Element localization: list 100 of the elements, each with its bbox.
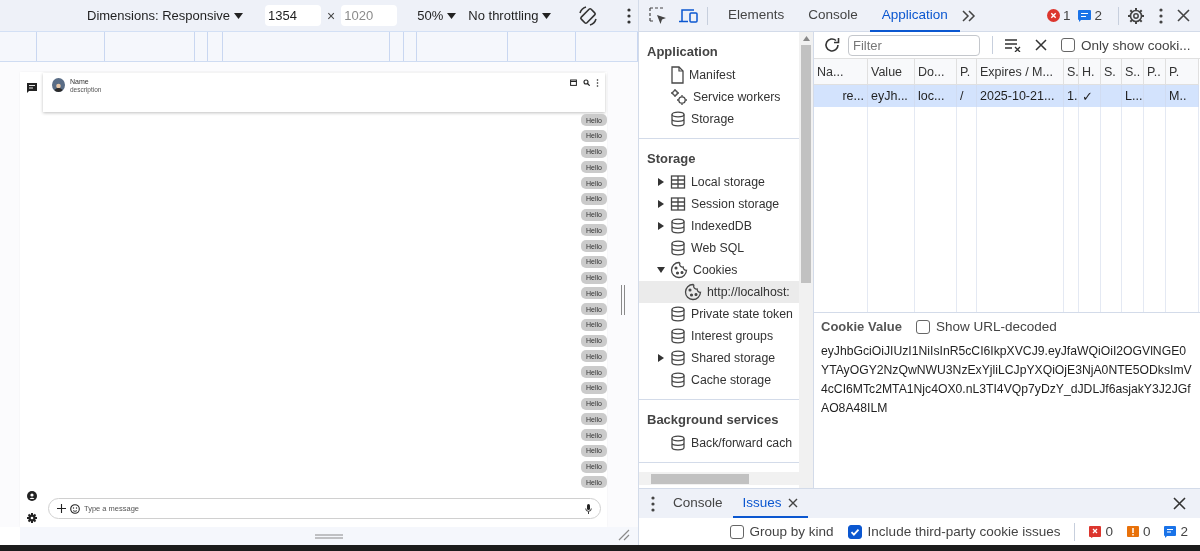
height-field[interactable]: 1020: [341, 5, 398, 26]
column-header[interactable]: S.: [1064, 59, 1079, 85]
checkbox-label: Only show cooki...: [1081, 37, 1191, 53]
sidebar-item[interactable]: Web SQL: [639, 237, 799, 259]
width-field[interactable]: 1354: [265, 5, 322, 26]
sidebar-item[interactable]: Manifest: [639, 64, 799, 86]
search-icon[interactable]: [583, 79, 590, 86]
inspect-icon[interactable]: [649, 6, 667, 25]
close-icon[interactable]: [787, 497, 798, 508]
calendar-icon[interactable]: [570, 79, 577, 86]
column-header[interactable]: P.: [1166, 59, 1199, 85]
sidebar-item[interactable]: Private state token: [639, 303, 799, 325]
sidebar-item[interactable]: Service workers: [639, 86, 799, 108]
times-sign: ×: [327, 7, 336, 24]
more-icon[interactable]: [627, 7, 632, 24]
sidebar-item[interactable]: Cache storage: [639, 369, 799, 391]
sidebar-item[interactable]: Interest groups: [639, 325, 799, 347]
database-icon: [670, 240, 686, 256]
sticker-icon[interactable]: [70, 503, 80, 514]
checkbox[interactable]: [729, 524, 744, 539]
error-badge[interactable]: 1: [1046, 8, 1071, 23]
column-header[interactable]: Expires / M...: [977, 59, 1064, 85]
column-header[interactable]: S.: [1101, 59, 1122, 85]
resize-corner-icon[interactable]: [618, 529, 630, 541]
cookie-value-text: eyJhbGciOiJIUzI1NiIsInR5cCI6IkpXVCJ9.eyJfaWQiOiI2OGVlNGE0YTAyOGY2NzQwNWU3NzExYjliLCJpYXQiOjE3NjA0NTE5ODksImV4cCI6MTc2MTA1Njc4OX0.nL3TI4VQp7yDzY_dJDLJf6asjakY3J2JGfAO8A48ILM: [821, 343, 1193, 417]
issue-count[interactable]: 2: [1164, 524, 1188, 539]
panel-tab[interactable]: Elements: [716, 0, 797, 32]
throttling-dropdown[interactable]: No throttling: [468, 8, 552, 23]
error-icon: [1089, 525, 1102, 538]
table-cell: M..: [1166, 85, 1199, 107]
resize-handle-icon[interactable]: [315, 533, 343, 539]
column-header[interactable]: Value: [868, 59, 915, 85]
collapsed-arrow-icon[interactable]: [657, 178, 665, 186]
expanded-arrow-icon[interactable]: [657, 266, 665, 274]
table-cell: loc...: [915, 85, 957, 107]
table-icon: [670, 196, 686, 212]
more-icon[interactable]: [651, 495, 655, 512]
gears-icon: [670, 88, 688, 106]
more-tabs-icon[interactable]: [961, 9, 976, 22]
more-icon[interactable]: [596, 79, 599, 87]
sidebar-item[interactable]: Back/forward cach: [639, 432, 799, 454]
collapsed-arrow-icon[interactable]: [657, 200, 665, 208]
microphone-icon[interactable]: [585, 503, 592, 514]
panel-tab[interactable]: Console: [796, 0, 870, 32]
filter-field[interactable]: Filter: [848, 34, 980, 56]
column-header[interactable]: Na...: [814, 59, 868, 85]
scrollbar[interactable]: [639, 472, 799, 485]
sidebar-item[interactable]: Shared storage: [639, 347, 799, 369]
column-header[interactable]: P..: [1144, 59, 1166, 85]
cookie-icon: [670, 261, 688, 279]
section-heading: Background services: [646, 410, 780, 429]
table-row[interactable]: re... eyJh... loc... / 2025-10-21... 1. ✓ L... M..: [814, 85, 1199, 107]
column-header[interactable]: Do...: [915, 59, 957, 85]
close-icon[interactable]: [1173, 497, 1186, 510]
settings-icon[interactable]: [26, 513, 37, 523]
clear-all-icon[interactable]: [1005, 38, 1021, 52]
sidebar-item[interactable]: http://localhost:: [639, 281, 799, 303]
drawer-tab[interactable]: Console: [663, 489, 733, 518]
column-header[interactable]: P.: [957, 59, 977, 85]
panel-tab[interactable]: Application: [869, 0, 960, 32]
table-cell: 2025-10-21...: [977, 85, 1064, 107]
caret-icon: [542, 12, 552, 19]
database-icon: [670, 372, 686, 388]
scroll-up-arrow-icon[interactable]: [802, 36, 810, 41]
checkbox[interactable]: [1061, 38, 1075, 52]
device-toolbar-icon[interactable]: [679, 7, 699, 24]
close-icon[interactable]: [1035, 39, 1047, 51]
sidebar-item[interactable]: Storage: [639, 108, 799, 130]
dimensions-dropdown[interactable]: Dimensions: Responsive: [87, 8, 244, 23]
zoom-dropdown[interactable]: 50%: [417, 8, 457, 23]
message-icon: [1078, 9, 1092, 22]
column-header[interactable]: S..: [1122, 59, 1144, 85]
sidebar-item[interactable]: Session storage: [639, 193, 799, 215]
settings-icon[interactable]: [1127, 6, 1145, 25]
issue-count[interactable]: 0: [1089, 524, 1113, 539]
scrollbar[interactable]: [799, 32, 814, 488]
table-cell: 1.: [1064, 85, 1079, 107]
sidebar-item[interactable]: IndexedDB: [639, 215, 799, 237]
column-header[interactable]: H.: [1079, 59, 1101, 85]
person-icon[interactable]: [26, 491, 37, 501]
rotate-icon[interactable]: [577, 4, 600, 27]
close-icon[interactable]: [1177, 9, 1190, 22]
sidebar-item[interactable]: Local storage: [639, 171, 799, 193]
message-icon: [1164, 525, 1177, 538]
table-cell: ✓: [1079, 85, 1101, 107]
chat-icon[interactable]: [26, 83, 37, 93]
more-icon[interactable]: [1159, 7, 1163, 24]
resize-handle-icon[interactable]: [619, 284, 626, 315]
checkbox[interactable]: [915, 319, 930, 334]
issue-count[interactable]: 0: [1126, 524, 1151, 539]
database-icon: [670, 111, 686, 127]
drawer-tab[interactable]: Issues: [732, 489, 808, 518]
collapsed-arrow-icon[interactable]: [657, 222, 665, 230]
message-badge[interactable]: 2: [1078, 8, 1102, 23]
document-icon: [670, 66, 684, 84]
sidebar-item[interactable]: Cookies: [639, 259, 799, 281]
refresh-icon[interactable]: [824, 37, 840, 53]
plus-icon[interactable]: [57, 504, 66, 513]
collapsed-arrow-icon[interactable]: [657, 354, 665, 362]
checkbox[interactable]: [847, 524, 862, 539]
